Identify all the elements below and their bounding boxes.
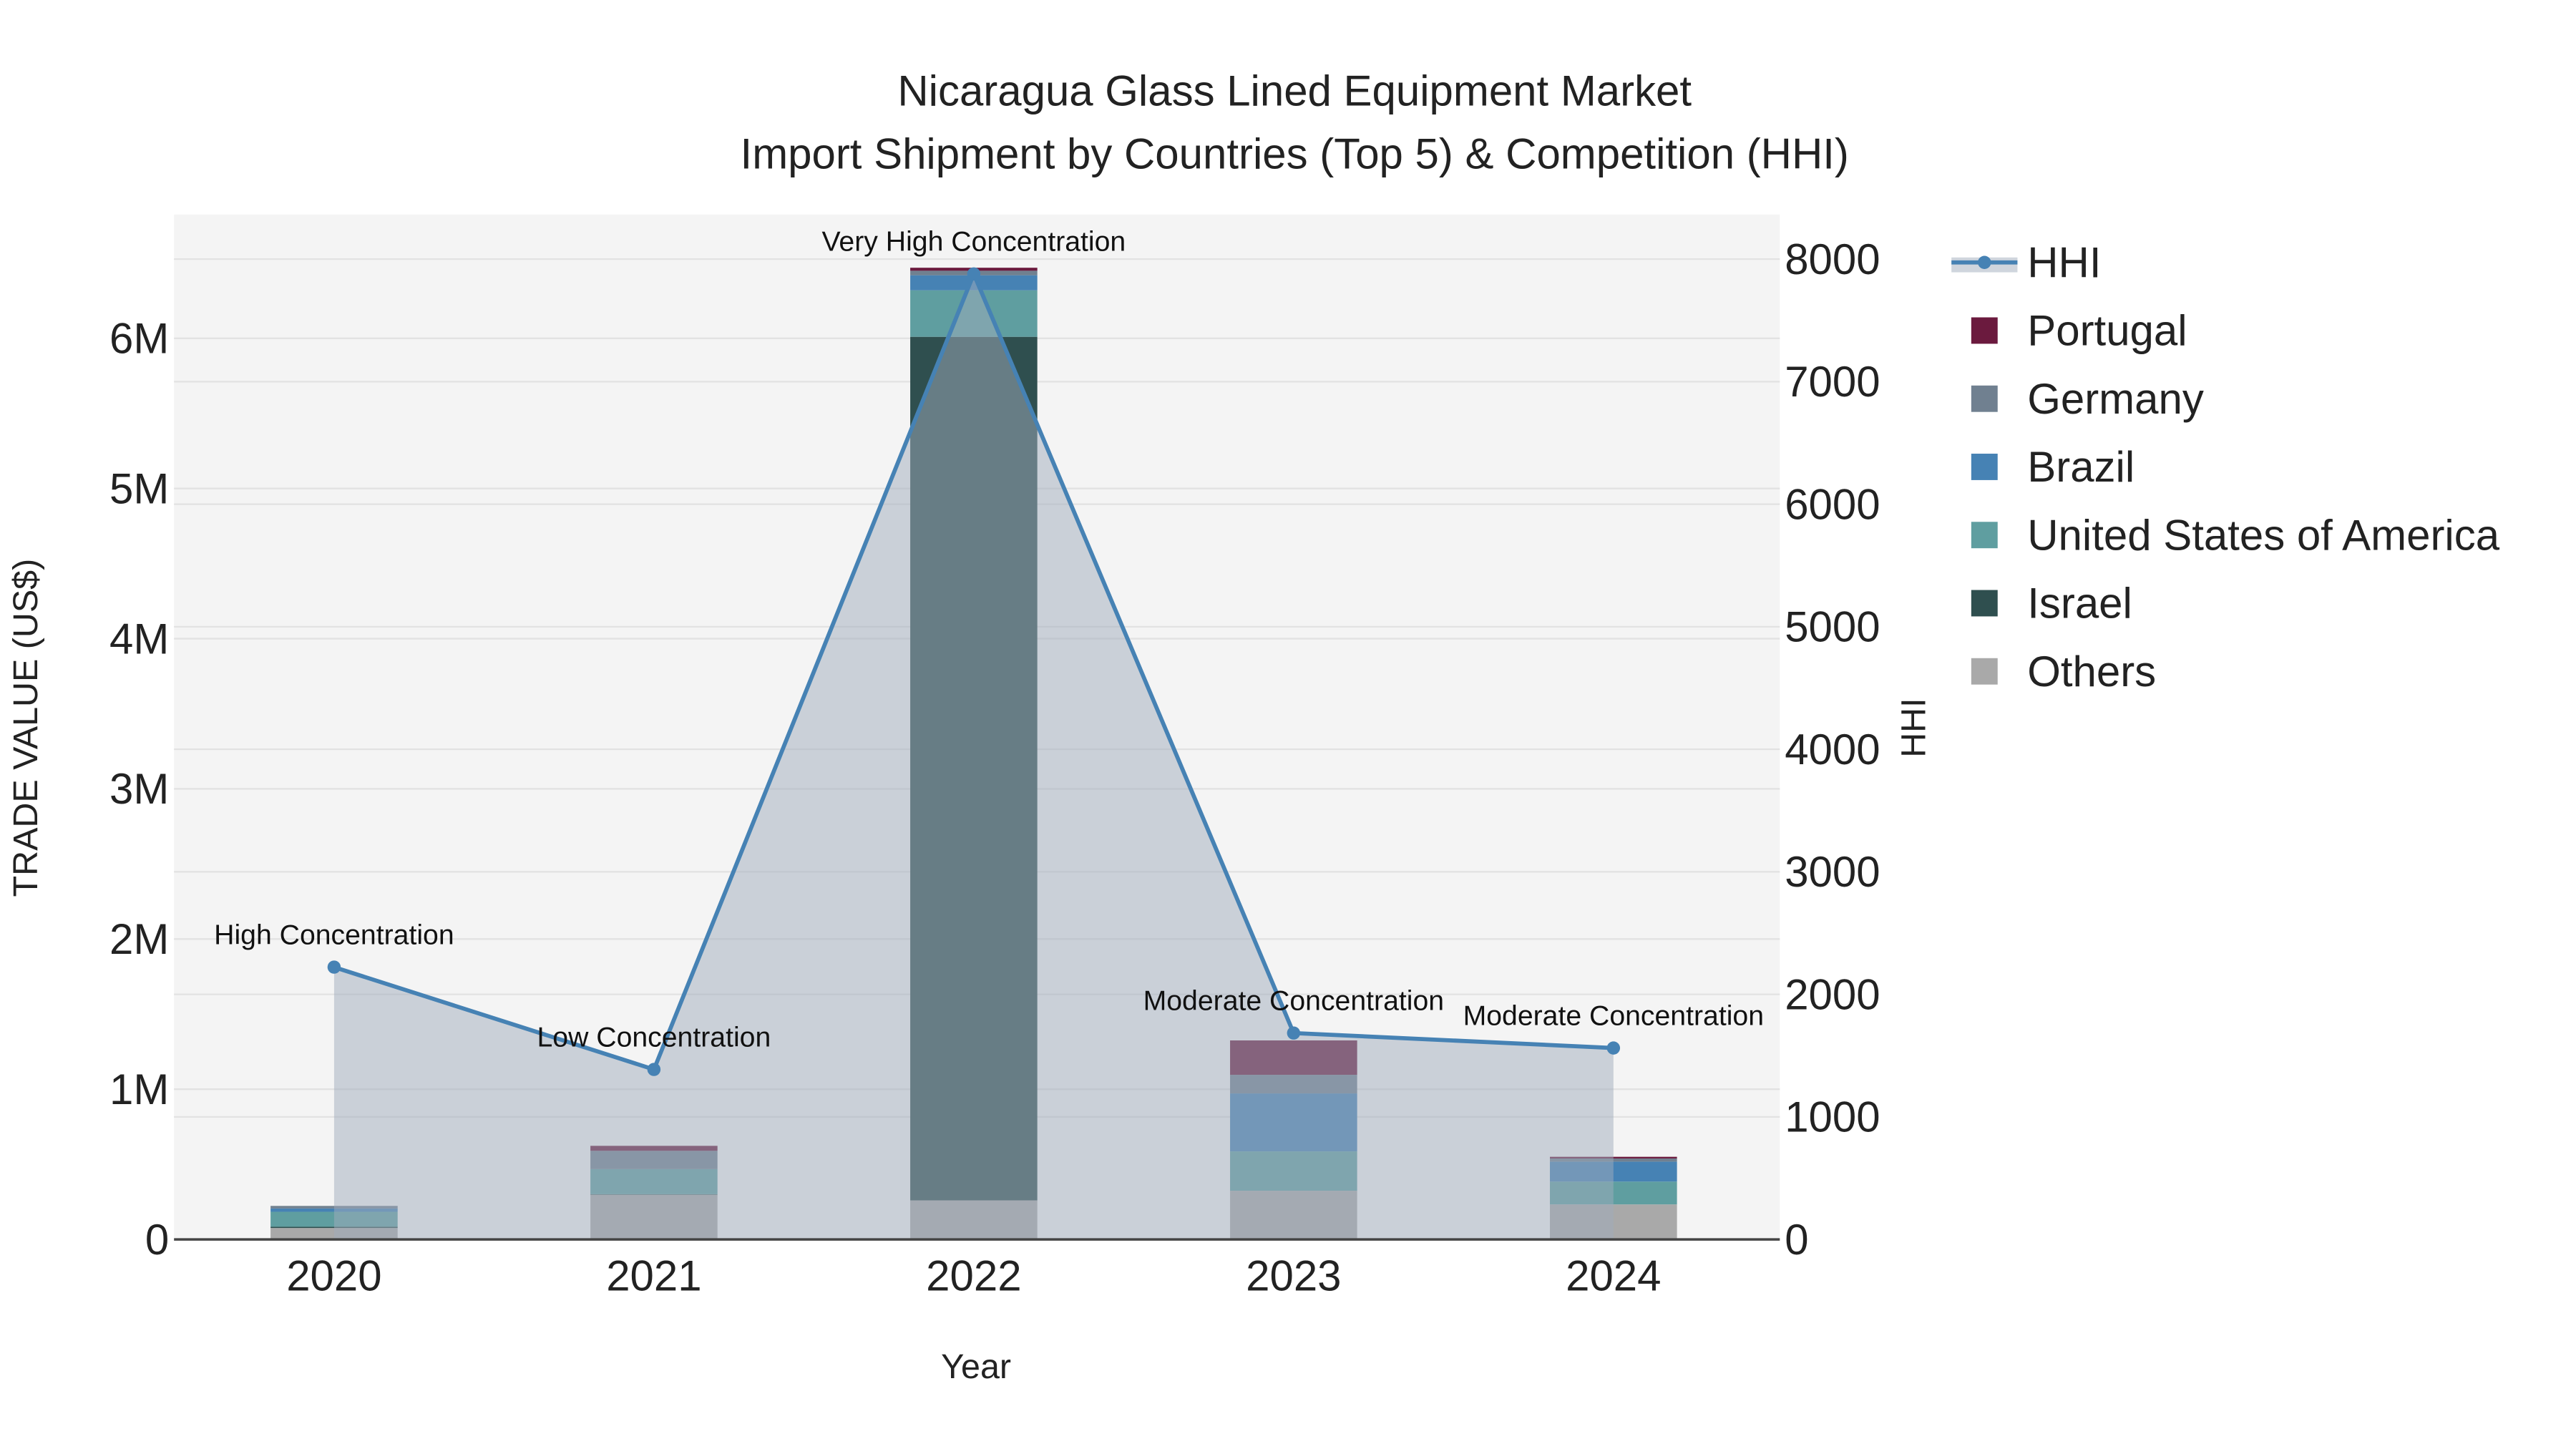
chart-subtitle: Import Shipment by Countries (Top 5) & C… bbox=[741, 130, 1849, 177]
legend-label: Brazil bbox=[2027, 443, 2135, 491]
x-tick-label: 2020 bbox=[286, 1252, 381, 1300]
y2-tick-label: 4000 bbox=[1785, 726, 1880, 774]
legend-swatch bbox=[1971, 522, 1998, 549]
legend-swatch bbox=[1971, 385, 1998, 412]
legend-label: Portugal bbox=[2027, 307, 2187, 355]
y2-tick-label: 1000 bbox=[1785, 1093, 1880, 1141]
hhi-annotation: Moderate Concentration bbox=[1463, 1000, 1764, 1031]
y-axis-title: TRADE VALUE (US$) bbox=[6, 559, 45, 897]
y-tick-label: 2M bbox=[109, 915, 169, 963]
legend-swatch bbox=[1971, 317, 1998, 344]
y-tick-label: 5M bbox=[109, 464, 169, 512]
hhi-annotation: High Concentration bbox=[214, 919, 454, 950]
hhi-point bbox=[1606, 1041, 1621, 1055]
hhi-annotation: Low Concentration bbox=[537, 1022, 771, 1053]
hhi-point bbox=[647, 1063, 661, 1076]
x-tick-label: 2024 bbox=[1566, 1252, 1661, 1300]
legend-label: Israel bbox=[2027, 580, 2132, 628]
chart: Nicaragua Glass Lined Equipment Market I… bbox=[1, 0, 2575, 1449]
y-tick-label: 3M bbox=[109, 765, 169, 813]
hhi-point bbox=[1287, 1026, 1301, 1040]
legend-label: Germany bbox=[2027, 375, 2204, 423]
x-tick-label: 2021 bbox=[606, 1252, 701, 1300]
y2-tick-label: 2000 bbox=[1785, 970, 1880, 1018]
legend-hhi-marker bbox=[1978, 255, 1991, 269]
y2-tick-label: 8000 bbox=[1785, 235, 1880, 283]
y2-tick-label: 7000 bbox=[1785, 358, 1880, 406]
legend-label: HHI bbox=[2027, 238, 2101, 286]
x-axis-title: Year bbox=[941, 1347, 1011, 1386]
y2-tick-label: 5000 bbox=[1785, 603, 1880, 651]
legend-swatch bbox=[1971, 658, 1998, 685]
legend-label: Others bbox=[2027, 648, 2156, 696]
legend-swatch bbox=[1971, 590, 1998, 617]
legend-swatch bbox=[1971, 454, 1998, 480]
legend-label: United States of America bbox=[2027, 511, 2499, 559]
hhi-annotation: Very High Concentration bbox=[821, 227, 1126, 258]
x-tick-label: 2023 bbox=[1246, 1252, 1341, 1300]
hhi-point bbox=[967, 267, 981, 281]
chart-title: Nicaragua Glass Lined Equipment Market bbox=[897, 67, 1692, 115]
y2-tick-label: 3000 bbox=[1785, 848, 1880, 896]
hhi-annotation: Moderate Concentration bbox=[1143, 985, 1444, 1016]
y-tick-label: 6M bbox=[109, 315, 169, 363]
y2-tick-label: 6000 bbox=[1785, 480, 1880, 528]
y2-tick-label: 0 bbox=[1785, 1216, 1808, 1264]
y-tick-label: 1M bbox=[109, 1065, 169, 1113]
hhi-point bbox=[327, 960, 341, 974]
y2-axis-title: HHI bbox=[1894, 698, 1933, 757]
x-tick-label: 2022 bbox=[926, 1252, 1021, 1300]
y-tick-label: 4M bbox=[109, 615, 169, 663]
y-tick-label: 0 bbox=[145, 1216, 169, 1264]
